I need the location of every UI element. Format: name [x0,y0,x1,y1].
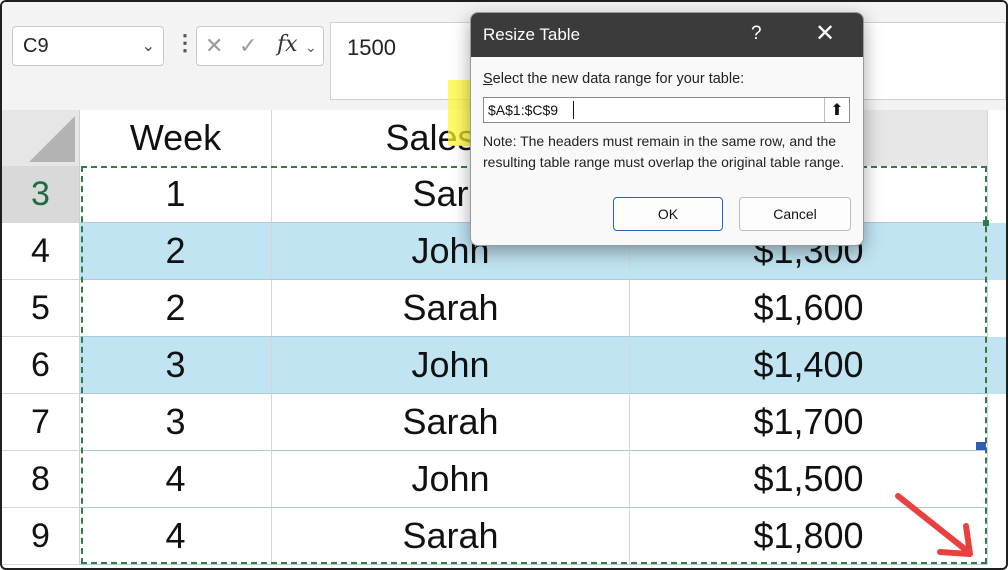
cell-week[interactable]: 3 [80,337,272,394]
ok-button[interactable]: OK [613,197,723,231]
insert-function-icon[interactable]: fx [277,32,298,57]
cell-week[interactable]: 4 [80,508,272,565]
row-header[interactable]: 4 [2,223,80,280]
cell-amount[interactable]: $1,700 [630,394,988,451]
more-options-icon[interactable]: ⋮ [174,32,196,54]
range-label-text: elect the new data range for your table: [492,71,745,87]
name-box-value: C9 [23,35,49,57]
select-all-corner[interactable] [2,110,80,166]
column-header-week[interactable]: Week [80,110,272,166]
cell-salesperson[interactable]: John [272,451,630,508]
text-caret [573,101,574,119]
table-row: 7 3 Sarah $1,700 [2,394,1006,451]
row-header[interactable]: 5 [2,280,80,337]
table-row: 6 3 John $1,400 [2,337,1006,394]
cell-amount[interactable]: $1,600 [630,280,988,337]
row-header[interactable]: 9 [2,508,80,565]
chevron-down-icon[interactable]: ⌄ [305,39,317,56]
table-resize-handle[interactable] [976,442,986,450]
enter-icon[interactable]: ✓ [239,33,257,59]
table-row: 8 4 John $1,500 [2,451,1006,508]
cell-week[interactable]: 2 [80,223,272,280]
row-header[interactable]: 7 [2,394,80,451]
cell-salesperson[interactable]: John [272,337,630,394]
dialog-note: Note: The headers must remain in the sam… [483,133,845,170]
cell-salesperson[interactable]: Sarah [272,508,630,565]
cell-week[interactable]: 2 [80,280,272,337]
dialog-title: Resize Table [483,25,581,44]
cancel-button[interactable]: Cancel [739,197,851,231]
cell-week[interactable]: 4 [80,451,272,508]
range-label-accelerator: S [483,71,493,87]
cell-salesperson[interactable]: Sarah [272,280,630,337]
close-icon[interactable]: ✕ [815,19,835,48]
row-header[interactable]: 3 [2,166,80,223]
cell-week[interactable]: 1 [80,166,272,223]
cell-week[interactable]: 3 [80,394,272,451]
range-value: $A$1:$C$9 [488,102,559,118]
cell-amount[interactable]: $1,400 [630,337,988,394]
dialog-titlebar[interactable]: Resize Table ? ✕ [471,13,863,57]
cell-salesperson[interactable]: Sarah [272,394,630,451]
annotation-arrow-icon [895,493,973,557]
cancel-icon[interactable]: ✕ [205,33,223,59]
range-label: Select the new data range for your table… [483,71,744,87]
row-header[interactable]: 8 [2,451,80,508]
row-header[interactable]: 6 [2,337,80,394]
help-icon[interactable]: ? [751,23,762,45]
chevron-down-icon[interactable]: ⌄ [142,36,155,56]
resize-table-dialog: Resize Table ? ✕ Select the new data ran… [470,12,864,246]
excel-window: C9 ⌄ ⋮ ✕ ✓ fx ⌄ 1500 Week Salespe ount 3… [0,0,1008,570]
table-row: 9 4 Sarah $1,800 [2,508,1006,565]
formula-controls: ✕ ✓ fx ⌄ [196,26,324,66]
range-input[interactable]: $A$1:$C$9 ⬆ [483,97,850,123]
collapse-dialog-icon[interactable]: ⬆ [824,98,849,122]
table-row: 5 2 Sarah $1,600 [2,280,1006,337]
name-box[interactable]: C9 ⌄ [12,26,164,66]
formula-value: 1500 [347,35,396,60]
